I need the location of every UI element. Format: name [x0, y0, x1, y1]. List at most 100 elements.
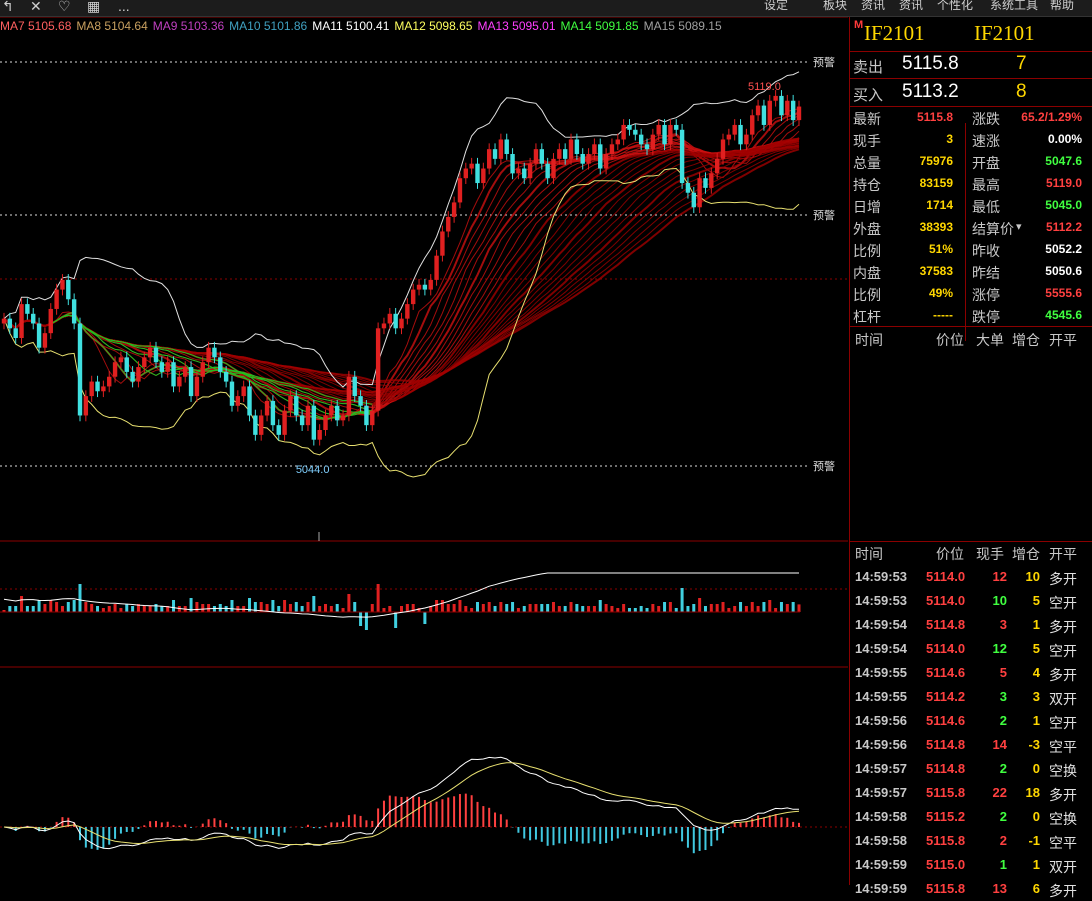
quote-panel: M IF2101 IF2101 卖出 5115.8 7 买入 5113.2 8 …	[849, 17, 1092, 899]
trade-row[interactable]: 14:59:55 5114.6 5 4 多开	[850, 661, 1092, 685]
low-price-label: 5044.0	[296, 464, 330, 476]
candle-body	[235, 396, 241, 406]
trade-row[interactable]: 14:59:55 5114.2 3 3 双开	[850, 685, 1092, 709]
kline-chart-area[interactable]: 预警 预警 预警 5044.0 5119.0	[0, 16, 848, 885]
trade-row[interactable]: 14:59:56 5114.8 14 -3 空平	[850, 733, 1092, 757]
candle-body	[60, 279, 65, 290]
trade-time: 14:59:54	[855, 617, 908, 632]
quote-label: 最高	[972, 177, 1000, 193]
candle-body	[621, 124, 626, 140]
volume-bar	[733, 606, 737, 612]
trade-type: 多开	[1049, 571, 1077, 587]
volume-bar	[604, 604, 608, 612]
candle-body	[475, 163, 480, 184]
m-marker: M	[854, 19, 864, 31]
volume-bar	[481, 604, 485, 612]
dropdown-arrow-icon[interactable]: ▾	[1016, 220, 1022, 233]
volume-bar	[452, 604, 456, 612]
volume-bar	[66, 602, 70, 612]
volume-bar	[60, 606, 64, 612]
quote-label: 内盘	[853, 265, 881, 281]
bid-price: 5113.2	[902, 81, 959, 102]
ma-indicator-ma14: MA14 5091.85	[560, 19, 639, 33]
trade-hand: 2	[999, 761, 1007, 776]
volume-bar	[359, 612, 363, 626]
trade-row[interactable]: 14:59:57 5114.8 2 0 空换	[850, 757, 1092, 781]
trade-type: 空换	[1049, 763, 1077, 779]
trade-row[interactable]: 14:59:57 5115.8 22 18 多开	[850, 781, 1092, 805]
trade-row[interactable]: 14:59:59 5115.0 1 1 双开	[850, 853, 1092, 877]
quote-label: 日增	[853, 199, 881, 215]
menu-personalize[interactable]: 个性化	[937, 0, 973, 13]
volume-bar	[446, 604, 450, 612]
candle-body	[165, 362, 170, 372]
trade-row[interactable]: 14:59:59 5115.8 13 6 多开	[850, 877, 1092, 901]
menu-settings[interactable]: 设定	[764, 0, 788, 13]
warning-label: 预警	[813, 55, 835, 69]
quote-value: 5555.6	[1045, 286, 1082, 300]
trade-time: 14:59:53	[855, 569, 908, 584]
candle-body	[633, 129, 638, 135]
ma-fan-line	[3, 139, 800, 401]
trade-price: 5114.0	[926, 569, 966, 584]
volume-bar	[610, 606, 614, 612]
candle-body	[457, 178, 463, 203]
volume-bar	[160, 606, 164, 612]
volume-bar	[791, 602, 795, 612]
trade-hand: 3	[999, 689, 1007, 704]
candle-body	[89, 381, 94, 397]
trade-row[interactable]: 14:59:53 5114.0 10 5 空开	[850, 589, 1092, 613]
trade-row[interactable]: 14:59:54 5114.0 12 5 空开	[850, 637, 1092, 661]
trade-row[interactable]: 14:59:54 5114.8 3 1 多开	[850, 613, 1092, 637]
trade-price: 5114.0	[926, 641, 966, 656]
menu-info[interactable]: 资讯	[899, 0, 923, 13]
menu-news[interactable]: 资讯	[861, 0, 885, 13]
volume-bar	[324, 604, 328, 612]
bid-label: 买入	[853, 87, 884, 104]
candle-body	[446, 216, 451, 232]
quote-row: 总量 75976 开盘 5047.6	[850, 151, 1092, 173]
trade-price: 5114.0	[926, 593, 966, 608]
trade-time: 14:59:57	[855, 761, 908, 776]
menu-tools[interactable]: 系统工具	[990, 0, 1038, 13]
quote-label: 速涨	[972, 133, 1000, 149]
volume-bar	[14, 606, 18, 612]
more-dots-icon[interactable]: ...	[118, 0, 130, 14]
candle-body	[264, 400, 270, 416]
trade-row[interactable]: 14:59:53 5114.0 12 10 多开	[850, 565, 1092, 589]
trade-row[interactable]: 14:59:56 5114.6 2 1 空开	[850, 709, 1092, 733]
big-order-header: 时间 价位 大单 增仓 开平	[850, 329, 1092, 349]
heart-icon[interactable]: ♡	[58, 0, 71, 15]
candle-body	[294, 396, 299, 416]
trade-row[interactable]: 14:59:58 5115.8 2 -1 空平	[850, 829, 1092, 853]
volume-bar	[633, 608, 637, 612]
ma-fan-line	[3, 138, 800, 409]
trade-price: 5114.6	[926, 713, 966, 728]
back-arrow-icon[interactable]: ↰	[2, 0, 14, 15]
trade-price: 5115.0	[926, 857, 966, 872]
quote-label: 持仓	[853, 177, 881, 193]
candle-body	[767, 100, 772, 125]
quote-value: 5052.2	[1045, 242, 1082, 256]
volume-bar	[195, 602, 199, 612]
close-x-icon[interactable]: ✕	[30, 0, 42, 15]
col-open-close: 开平	[1049, 546, 1077, 562]
candle-body	[650, 134, 656, 150]
volume-bar	[107, 606, 111, 612]
trade-row[interactable]: 14:59:58 5115.2 2 0 空换	[850, 805, 1092, 829]
candle-body	[568, 139, 574, 159]
volume-bar	[487, 602, 491, 612]
candle-body	[469, 163, 474, 169]
trade-type: 多开	[1049, 883, 1077, 899]
menu-help[interactable]: 帮助	[1050, 0, 1074, 13]
volume-bar	[493, 606, 497, 612]
contract-code[interactable]: IF2101	[864, 21, 925, 46]
calculator-icon[interactable]: ▦	[87, 0, 100, 15]
menu-sector[interactable]: 板块	[823, 0, 847, 13]
candle-body	[410, 289, 416, 305]
volume-bar	[318, 606, 322, 612]
candle-body	[375, 328, 381, 411]
quote-label: 总量	[853, 155, 881, 171]
trade-time: 14:59:59	[855, 881, 908, 896]
kline-chart-svg[interactable]: 预警预警预警5044.05119.0	[0, 16, 848, 885]
